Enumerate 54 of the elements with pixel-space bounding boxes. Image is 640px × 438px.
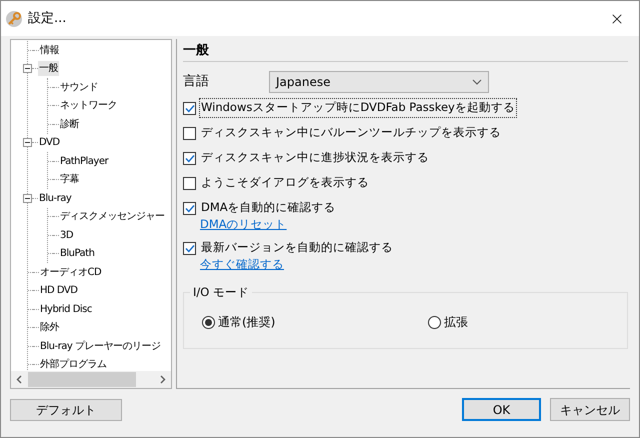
checkmark-icon: [184, 244, 194, 252]
checkmark-icon: [184, 104, 194, 112]
tree-item[interactable]: 外部プログラム: [39, 357, 108, 371]
cancel-button[interactable]: キャンセル: [550, 398, 630, 421]
tree-item[interactable]: オーディオCD: [39, 264, 102, 280]
tree-item[interactable]: DVD: [38, 135, 61, 150]
language-label: 言語: [183, 73, 210, 92]
link[interactable]: DMAのリセット: [200, 217, 287, 232]
checkbox[interactable]: [183, 152, 196, 164]
tree-item[interactable]: 情報: [39, 42, 60, 58]
key-icon: [5, 10, 23, 28]
tree-item[interactable]: ネットワーク: [59, 98, 118, 114]
checkbox[interactable]: [183, 176, 196, 190]
tree-item[interactable]: HD DVD: [39, 283, 78, 298]
collapse-icon[interactable]: [23, 64, 32, 74]
radio-label[interactable]: 拡張: [444, 313, 468, 331]
ok-button[interactable]: OK: [462, 398, 541, 421]
default-button[interactable]: デフォルト: [10, 398, 122, 420]
tree-item[interactable]: 字幕: [59, 172, 80, 188]
tree-item[interactable]: Blu-ray: [38, 190, 72, 206]
tree-item[interactable]: 3D: [59, 228, 74, 243]
tree-item[interactable]: Blu-ray プレーヤーのリージ: [39, 338, 162, 354]
radio-button[interactable]: [202, 316, 215, 328]
tree-item[interactable]: ディスクメッセンジャー: [59, 209, 166, 224]
radio-button[interactable]: [428, 316, 441, 328]
tree-item[interactable]: サウンド: [59, 80, 99, 95]
link[interactable]: 今すぐ確認する: [200, 257, 284, 272]
collapse-icon[interactable]: [23, 138, 32, 148]
scroll-thumb[interactable]: [28, 372, 136, 387]
checkbox[interactable]: [183, 126, 196, 140]
checkbox[interactable]: [183, 102, 196, 114]
checkbox-label[interactable]: ようこそダイアログを表示する: [199, 173, 371, 193]
checkbox[interactable]: [183, 202, 196, 214]
tree-item[interactable]: Hybrid Disc: [39, 302, 93, 317]
checkbox-label[interactable]: Windowsスタートアップ時にDVDFab Passkeyを起動する: [199, 98, 517, 118]
checkbox-label[interactable]: DMAを自動的に確認する: [199, 198, 338, 218]
window-title: 設定...: [28, 10, 66, 28]
checkbox-label[interactable]: ディスクスキャン中にバルーンツールチップを表示する: [199, 123, 503, 143]
checkmark-icon: [184, 204, 194, 212]
tree-item[interactable]: BluPath: [59, 246, 96, 262]
section-heading: 一般: [183, 43, 628, 62]
chevron-down-icon: [472, 79, 482, 85]
tree-item[interactable]: 除外: [39, 320, 60, 336]
language-dropdown[interactable]: Japanese: [269, 71, 489, 93]
checkmark-icon: [184, 154, 194, 162]
radio-label[interactable]: 通常(推奨): [218, 313, 276, 331]
tree-item[interactable]: 一般: [38, 61, 59, 76]
collapse-icon[interactable]: [23, 194, 32, 203]
checkbox-label[interactable]: ディスクスキャン中に進捗状況を表示する: [199, 148, 431, 168]
scrollbar[interactable]: [11, 371, 171, 388]
checkbox[interactable]: [183, 242, 196, 254]
tree-item[interactable]: PathPlayer: [59, 154, 110, 169]
checkbox-label[interactable]: 最新バージョンを自動的に確認する: [199, 238, 395, 258]
tree-item[interactable]: 診断: [59, 116, 80, 132]
